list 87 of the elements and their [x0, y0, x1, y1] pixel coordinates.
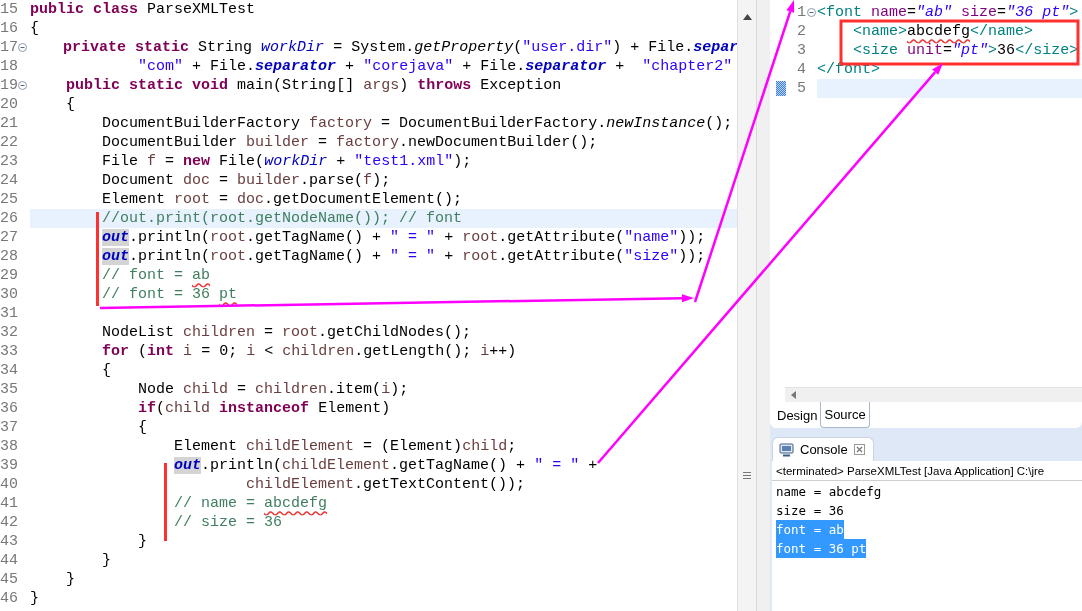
line-number: 15: [0, 0, 18, 19]
console-header: <terminated> ParseXMLTest [Java Application] C:\jre: [772, 461, 1082, 481]
scroll-up-icon[interactable]: [742, 14, 752, 20]
code-line: out.println(root.getTagName() + " = " + root.getAttribute("size"));: [101, 247, 706, 266]
line-number: 29: [0, 266, 18, 285]
line-number: 43: [0, 532, 18, 551]
line-number: 28: [0, 247, 18, 266]
line-number: 22: [0, 133, 18, 152]
line-number: 40: [0, 475, 18, 494]
line-number: 44: [0, 551, 18, 570]
grip-icon[interactable]: [743, 472, 751, 479]
line-number: 36: [0, 399, 18, 418]
code-line: }: [137, 532, 148, 551]
code-line: if(child instanceof Element): [137, 399, 391, 418]
line-number: 41: [0, 494, 18, 513]
code-line: //out.print(root.getNodeName()); // font: [101, 209, 463, 228]
line-number: 21: [0, 114, 18, 133]
console-output-line: name = abcdefg: [776, 483, 882, 501]
fold-icon[interactable]: [18, 43, 27, 52]
line-number: 2: [796, 22, 806, 41]
line-number: 1: [796, 3, 806, 22]
code-line: {: [101, 361, 112, 380]
horizontal-scrollbar[interactable]: [785, 387, 1082, 402]
code-line: Element childElement = (Element)child;: [173, 437, 517, 456]
line-number: 16: [0, 19, 18, 38]
line-number: 32: [0, 323, 18, 342]
code-line: // font = 36 pt: [101, 285, 238, 304]
vertical-scrollbar[interactable]: [737, 0, 756, 611]
line-number: 25: [0, 190, 18, 209]
code-line: private static String workDir = System.getProperty("user.dir") + File.separ: [62, 38, 737, 57]
code-line: }: [101, 551, 112, 570]
line-number: 34: [0, 361, 18, 380]
close-icon[interactable]: [853, 444, 865, 455]
editor-tab[interactable]: Source: [820, 402, 870, 428]
line-number: 18: [0, 57, 18, 76]
code-line: {: [30, 19, 39, 38]
code-line: {: [65, 95, 76, 114]
line-number: 23: [0, 152, 18, 171]
line-number: 37: [0, 418, 18, 437]
code-line: public static void main(String[] args) throws Exception: [65, 76, 562, 95]
code-line: DocumentBuilderFactory factory = DocumentBuilderFactory.newInstance();: [101, 114, 733, 133]
code-line: Node child = children.item(i);: [137, 380, 409, 399]
line-number: 31: [0, 304, 18, 323]
code-line: <name>abcdefg</name>: [852, 22, 1034, 41]
line-number: 19: [0, 76, 18, 95]
line-number: 33: [0, 342, 18, 361]
code-line: {: [137, 418, 148, 437]
line-number: 38: [0, 437, 18, 456]
console-tab[interactable]: Console: [772, 437, 874, 461]
line-number: 35: [0, 380, 18, 399]
line-number: 46: [0, 589, 18, 608]
line-number: 24: [0, 171, 18, 190]
monitor-icon: [779, 442, 794, 457]
code-line: "com" + File.separator + "corejava" + File.separator + "chapter2": [137, 57, 733, 76]
line-number: 42: [0, 513, 18, 532]
code-line: out.println(childElement.getTagName() + " = " +: [173, 456, 598, 475]
code-line: Document doc = builder.parse(f);: [101, 171, 391, 190]
code-line: // font = ab: [101, 266, 211, 285]
code-line: // size = 36: [173, 513, 283, 532]
code-line: }: [65, 570, 76, 589]
code-line: public class ParseXMLTest: [30, 0, 256, 19]
code-line: File f = new File(workDir + "test1.xml");: [101, 152, 472, 171]
fold-icon[interactable]: [807, 8, 816, 17]
code-line: DocumentBuilder builder = factory.newDocumentBuilder();: [101, 133, 598, 152]
code-line: for (int i = 0; i < children.getLength(); i++): [101, 342, 517, 361]
code-line: // name = abcdefg: [173, 494, 328, 513]
console-output-line: size = 36: [776, 502, 844, 520]
line-number: 30: [0, 285, 18, 304]
code-line: NodeList children = root.getChildNodes();: [101, 323, 472, 342]
line-number: 4: [796, 60, 806, 79]
line-number: 39: [0, 456, 18, 475]
line-number: 26: [0, 209, 18, 228]
code-line: </font>: [817, 60, 880, 79]
fold-icon[interactable]: [18, 81, 27, 90]
code-line: Element root = doc.getDocumentElement();: [101, 190, 463, 209]
line-number: 27: [0, 228, 18, 247]
code-line: <size unit="pt">36</size>: [852, 41, 1079, 60]
code-line: out.println(root.getTagName() + " = " + root.getAttribute("name"));: [101, 228, 706, 247]
line-number: 5: [796, 79, 806, 98]
code-line: childElement.getTextContent());: [245, 475, 526, 494]
code-line: }: [30, 589, 39, 608]
scroll-left-icon[interactable]: [791, 391, 796, 399]
line-number: 3: [796, 41, 806, 60]
line-number: 17: [0, 38, 18, 57]
line-number: 45: [0, 570, 18, 589]
line-number: 20: [0, 95, 18, 114]
code-line: <font name="ab" size="36 pt">: [817, 3, 1079, 22]
